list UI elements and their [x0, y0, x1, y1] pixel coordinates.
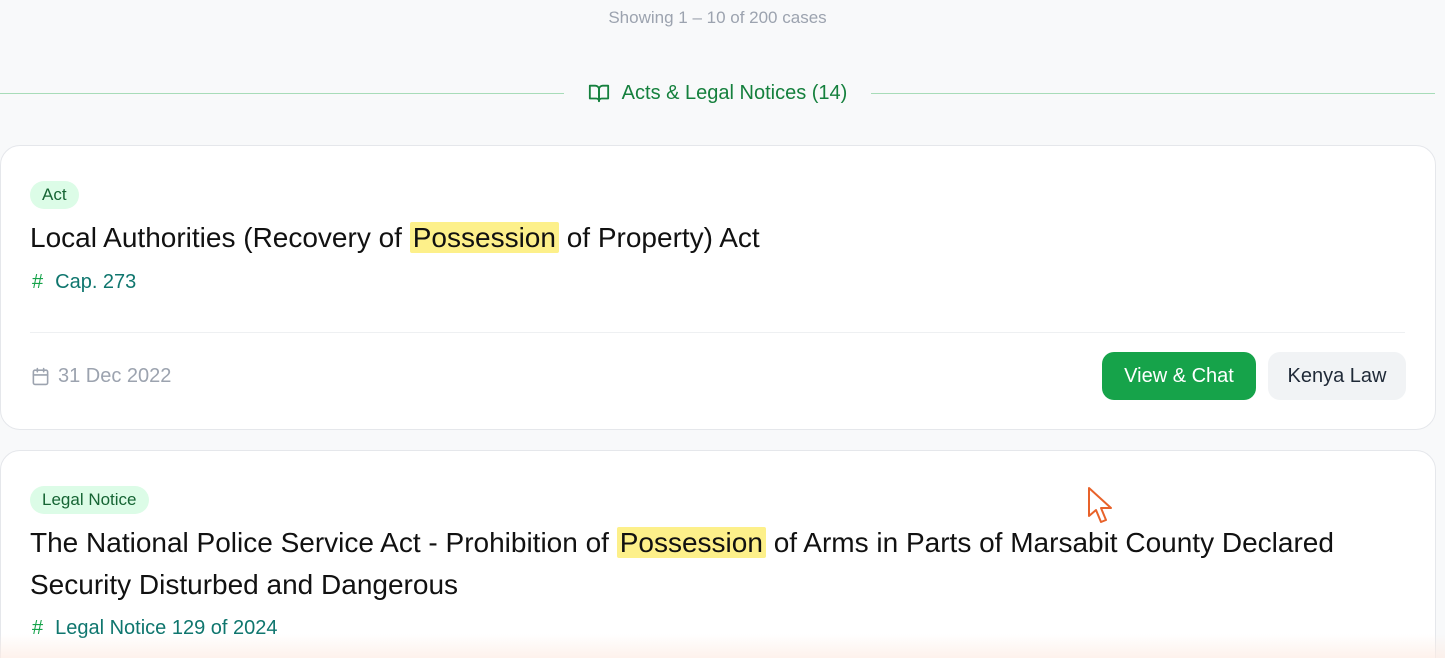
calendar-icon [32, 367, 49, 386]
card-title[interactable]: Local Authorities (Recovery of Possessio… [30, 217, 1355, 259]
bottom-fade [0, 634, 1445, 658]
result-card: Act Local Authorities (Recovery of Posse… [0, 145, 1436, 430]
divider-line-right [871, 92, 1435, 94]
section-header-acts: Acts & Legal Notices (14) [0, 80, 1435, 106]
section-title: Acts & Legal Notices (14) [621, 81, 848, 104]
type-badge: Act [30, 181, 79, 209]
mouse-cursor-icon [1088, 487, 1112, 523]
card-title[interactable]: The National Police Service Act - Prohib… [30, 522, 1355, 606]
view-chat-button[interactable]: View & Chat [1102, 352, 1256, 400]
search-highlight: Possession [616, 527, 766, 558]
book-open-icon [588, 84, 609, 103]
card-divider [30, 332, 1405, 333]
reference-text: Cap. 273 [55, 271, 137, 293]
hash-icon: # [32, 271, 44, 293]
section-label: Acts & Legal Notices (14) [564, 82, 872, 105]
search-highlight: Possession [409, 222, 559, 253]
date: 31 Dec 2022 [31, 365, 171, 388]
source-button[interactable]: Kenya Law [1268, 352, 1406, 400]
reference: # Cap. 273 [32, 271, 136, 294]
title-text: The National Police Service Act - Prohib… [30, 527, 617, 558]
type-badge: Legal Notice [30, 486, 149, 514]
divider-line-left [0, 92, 564, 94]
results-count: Showing 1 – 10 of 200 cases [608, 8, 827, 27]
result-card: Legal Notice The National Police Service… [0, 450, 1436, 658]
date-text: 31 Dec 2022 [58, 365, 172, 387]
title-text: of Property) Act [558, 222, 760, 253]
title-text: Local Authorities (Recovery of [30, 222, 410, 253]
